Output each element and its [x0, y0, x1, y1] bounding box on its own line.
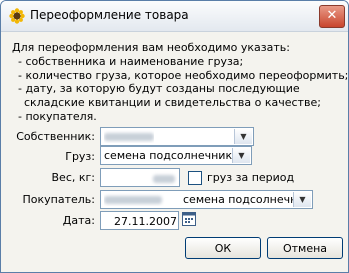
buyer-value: семена подсолнечн: [183, 193, 293, 206]
dialog-window: Переоформление товара ✕ Для переоформлен…: [0, 0, 349, 273]
owner-label: Собственник:: [16, 130, 95, 143]
info-line: - дату, за которую будут созданы последу…: [18, 82, 300, 96]
weight-value: [153, 172, 175, 185]
weight-input[interactable]: [100, 168, 180, 187]
cargo-combo[interactable]: семена подсолнечника ▼: [100, 146, 252, 165]
cargo-label: Груз:: [65, 150, 95, 163]
period-checkbox[interactable]: [188, 171, 202, 185]
ok-button[interactable]: ОК: [185, 237, 261, 259]
owner-combo[interactable]: ▼: [100, 127, 254, 146]
window-title: Переоформление товара: [30, 8, 189, 22]
title-bar[interactable]: Переоформление товара ✕: [1, 1, 348, 32]
chevron-down-icon[interactable]: ▼: [293, 192, 311, 207]
buyer-label: Покупатель:: [22, 193, 95, 206]
cancel-button[interactable]: Отмена: [267, 237, 343, 259]
info-line: - покупателя.: [18, 109, 97, 123]
period-label: груз за период: [207, 171, 295, 184]
ok-label: ОК: [214, 242, 232, 255]
instructions: Для переоформления вам необходимо указат…: [12, 41, 349, 124]
info-line: Для переоформления вам необходимо указат…: [12, 41, 290, 54]
info-line: - собственника и наименование груза;: [18, 54, 244, 68]
buyer-owner-blur: [104, 193, 172, 206]
date-input[interactable]: 27.11.2007: [100, 211, 179, 230]
close-button[interactable]: ✕: [319, 5, 345, 28]
sunflower-icon: [9, 8, 25, 24]
chevron-down-icon[interactable]: ▼: [234, 129, 252, 144]
cargo-value: семена подсолнечника: [104, 149, 239, 162]
cancel-label: Отмена: [282, 242, 328, 255]
info-line: - количество груза, которое необходимо п…: [18, 68, 349, 82]
info-line: складские квитанции и свидетельства о ка…: [24, 96, 321, 110]
chevron-down-icon[interactable]: ▼: [232, 148, 250, 163]
date-value: 27.11.2007: [114, 215, 177, 228]
weight-label: Вес, кг:: [51, 171, 95, 184]
close-icon: ✕: [326, 8, 338, 23]
calendar-icon[interactable]: [182, 212, 196, 226]
date-label: Дата:: [62, 214, 95, 227]
buyer-combo[interactable]: семена подсолнечн ▼: [100, 190, 313, 209]
owner-value: [104, 130, 154, 143]
